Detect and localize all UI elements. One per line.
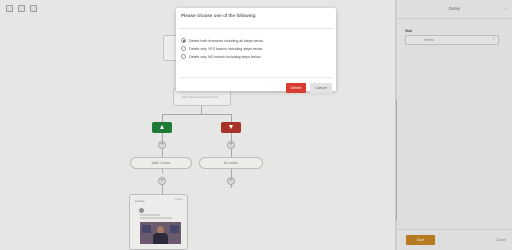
- cancel-button[interactable]: Cancel: [495, 238, 506, 242]
- toolbar-icon[interactable]: [6, 5, 13, 12]
- condition-link[interactable]: Mohr dummee Fenstzie Mi...: [182, 95, 220, 99]
- modal-title: Please choose one of the following:: [181, 14, 257, 19]
- toolbar-icon[interactable]: [18, 5, 25, 12]
- thumbs-down-icon: ▼: [227, 124, 235, 131]
- select-value: Weeks: [424, 38, 435, 42]
- option-delete-no[interactable]: Delete only NO branch including steps be…: [181, 54, 261, 59]
- divider: [397, 229, 512, 230]
- text-placeholder: [140, 217, 172, 219]
- option-label: Delete only NO branch including steps be…: [189, 54, 262, 59]
- add-step-plus-icon[interactable]: +: [227, 177, 235, 185]
- email-ago: Delay: [175, 197, 183, 201]
- yes-branch-button[interactable]: ▲: [152, 122, 172, 133]
- delete-branch-modal: Please choose one of the following: Dele…: [176, 8, 336, 93]
- add-step-plus-icon[interactable]: +: [227, 141, 235, 149]
- avatar: [139, 208, 144, 213]
- add-step-plus-icon[interactable]: +: [158, 177, 166, 185]
- divider: [179, 28, 333, 29]
- divider: [397, 18, 512, 19]
- radio-button[interactable]: [181, 38, 186, 43]
- email-from: Limbuy: [135, 199, 145, 203]
- cancel-button[interactable]: Cancel: [310, 83, 332, 93]
- option-label: Delete both branches including all steps…: [189, 38, 264, 43]
- connector-line: [162, 185, 163, 194]
- text-placeholder: [140, 214, 160, 216]
- delete-button[interactable]: Delete: [286, 83, 306, 93]
- radio-button[interactable]: [181, 46, 186, 51]
- no-action-pill[interactable]: No action: [199, 157, 263, 169]
- thumbs-up-icon: ▲: [158, 124, 166, 131]
- wait-field-label: Wait: [405, 29, 413, 33]
- option-delete-both[interactable]: Delete both branches including all steps…: [181, 38, 264, 43]
- chevron-updown-icon: ↕: [492, 36, 496, 42]
- save-button[interactable]: Save: [406, 235, 435, 245]
- canvas-toolbar: [6, 5, 37, 12]
- email-preview-card[interactable]: Limbuy Delay: [129, 194, 188, 250]
- settings-panel: Delay × Wait Weeks ↕ Save Cancel: [397, 0, 512, 250]
- email-image: [140, 222, 181, 244]
- wait-unit-select[interactable]: Weeks ↕: [405, 35, 499, 45]
- radio-button[interactable]: [181, 54, 186, 59]
- toolbar-icon[interactable]: [30, 5, 37, 12]
- add-step-plus-icon[interactable]: +: [158, 141, 166, 149]
- no-branch-button[interactable]: ▼: [221, 122, 241, 133]
- divider: [179, 77, 333, 78]
- option-label: Delete only YES branch including steps b…: [189, 46, 264, 51]
- connector-line: [162, 114, 232, 115]
- close-icon[interactable]: ×: [504, 6, 507, 11]
- option-delete-yes[interactable]: Delete only YES branch including steps b…: [181, 46, 263, 51]
- connector-line: [162, 114, 163, 122]
- wait-step-pill[interactable]: Wait 1 hours: [130, 157, 192, 169]
- connector-line: [201, 106, 202, 114]
- panel-title: Delay: [448, 6, 461, 11]
- connector-line: [231, 114, 232, 122]
